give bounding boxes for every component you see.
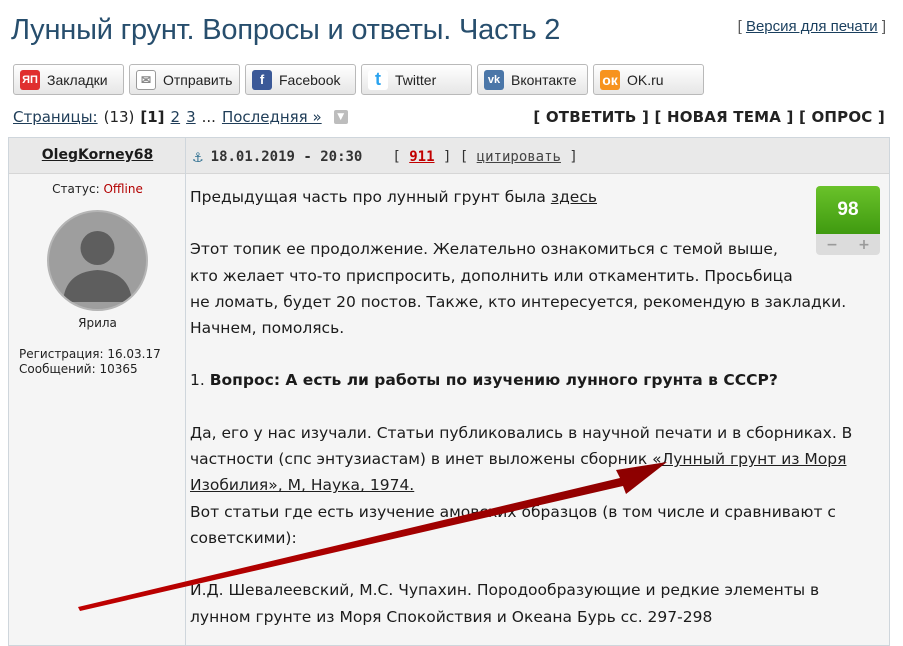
chevron-down-icon[interactable]: ▼ [333, 110, 348, 124]
previous-part-link[interactable]: здесь [551, 188, 597, 206]
print-bracket-right: ] [881, 18, 886, 35]
post-meta: ⚓ 18.01.2019 - 20:30 [ 911 ] [ цитироват… [193, 147, 578, 166]
twitter-button[interactable]: t Twitter [361, 64, 472, 95]
answer-text: частности (спс энтузиастам) в инет вылож… [190, 450, 653, 469]
print-bracket-left: [ [737, 18, 742, 35]
ok-button[interactable]: ок OK.ru [593, 64, 704, 95]
author-status: Статус: Offline [9, 182, 186, 196]
pages-label[interactable]: Страницы: [13, 108, 98, 126]
paragraph-line: частности (спс энтузиастам) в инет вылож… [190, 446, 882, 472]
cite-link[interactable]: цитировать [477, 149, 561, 165]
author-column: OlegKorney68 Статус: Offline Ярила Регис… [9, 138, 186, 645]
paragraph-line: Изобилия», М, Наука, 1974. [190, 472, 882, 498]
post-body: Предыдущая часть про лунный грунт была з… [190, 184, 882, 630]
paragraph-line: Начнем, помолясь. [190, 319, 345, 338]
status-value: Offline [103, 182, 143, 196]
author-stats: Регистрация: 16.03.17 Сообщений: 10365 [19, 347, 161, 377]
pager-row: Страницы: (13) [1] 2 3 ... Последняя » ▼… [13, 108, 885, 130]
topic-actions[interactable]: [ ОТВЕТИТЬ ] [ НОВАЯ ТЕМА ] [ ОПРОС ] [533, 108, 885, 126]
post-number[interactable]: 911 [409, 149, 434, 165]
pages-ellipsis: ... [201, 108, 216, 126]
mail-icon: ✉ [136, 69, 156, 90]
twitter-icon: t [368, 69, 388, 90]
paragraph-line: Этот топик ее продолжение. Желательно оз… [190, 240, 778, 259]
print-version: [ Версия для печати ] [738, 18, 886, 35]
paragraph-line: Да, его у нас изучали. Статьи публиковал… [190, 423, 853, 442]
status-label: Статус: [52, 182, 100, 196]
reference-line: И.Д. Шевалеевский, М.С. Чупахин. Породоо… [190, 581, 820, 600]
facebook-button[interactable]: f Facebook [245, 64, 356, 95]
anchor-icon[interactable]: ⚓ [193, 147, 203, 166]
question-number: 1. [190, 371, 210, 390]
collection-link-cont[interactable]: Изобилия», М, Наука, 1974. [190, 476, 414, 494]
forum-post: OlegKorney68 Статус: Offline Ярила Регис… [8, 137, 890, 646]
bracket: ] [ [434, 148, 477, 165]
facebook-icon: f [252, 69, 272, 90]
message-count: Сообщений: 10365 [19, 362, 138, 376]
author-rank: Ярила [78, 316, 117, 330]
paragraph-line: не ломать, будет 20 постов. Также, кто и… [190, 292, 847, 311]
intro-line: Предыдущая часть про лунный грунт была з… [190, 184, 882, 210]
vk-button[interactable]: vk Вконтакте [477, 64, 588, 95]
ok-icon: ок [600, 69, 620, 90]
share-label: Twitter [395, 71, 437, 88]
bracket: [ [392, 148, 410, 165]
pagination: Страницы: (13) [1] 2 3 ... Последняя » ▼ [13, 108, 348, 126]
post-datetime: 18.01.2019 - 20:30 [210, 148, 363, 165]
paragraph-line: советскими): [190, 528, 297, 547]
pages-count: (13) [103, 108, 135, 126]
question-text: Вопрос: А есть ли работы по изучению лун… [209, 371, 778, 390]
collection-link[interactable]: «Лунный грунт из Моря [652, 450, 846, 468]
avatar[interactable] [47, 210, 148, 311]
share-label: OK.ru [627, 71, 664, 88]
share-label: Отправить [163, 71, 233, 88]
question-line: 1. Вопрос: А есть ли работы по изучению … [190, 367, 882, 393]
author-name[interactable]: OlegKorney68 [9, 147, 186, 163]
page-title: Лунный грунт. Вопросы и ответы. Часть 2 [11, 14, 561, 46]
print-version-link[interactable]: Версия для печати [746, 18, 878, 35]
user-silhouette-icon [63, 231, 132, 302]
share-label: Закладки [47, 71, 108, 88]
intro-text: Предыдущая часть про лунный грунт была [190, 188, 551, 206]
registration-date: Регистрация: 16.03.17 [19, 347, 161, 361]
paragraph-line: Вот статьи где есть изучение амовских об… [190, 502, 836, 521]
vk-icon: vk [484, 69, 504, 90]
share-bar: ЯП Закладки ✉ Отправить f Facebook t Twi… [13, 64, 704, 96]
bookmarks-button[interactable]: ЯП Закладки [13, 64, 124, 95]
bracket: ] [560, 148, 578, 165]
send-button[interactable]: ✉ Отправить [129, 64, 240, 95]
current-page: [1] [140, 108, 165, 126]
yandex-icon: ЯП [20, 69, 40, 90]
paragraph-line: кто желает что-то приспросить, дополнить… [190, 266, 793, 285]
share-label: Вконтакте [511, 71, 577, 88]
share-label: Facebook [279, 71, 341, 88]
page-link-3[interactable]: 3 [186, 108, 196, 126]
page-link-2[interactable]: 2 [171, 108, 181, 126]
last-page-link[interactable]: Последняя » [222, 108, 322, 126]
reference-line: лунном грунте из Моря Спокойствия и Океа… [190, 607, 713, 626]
